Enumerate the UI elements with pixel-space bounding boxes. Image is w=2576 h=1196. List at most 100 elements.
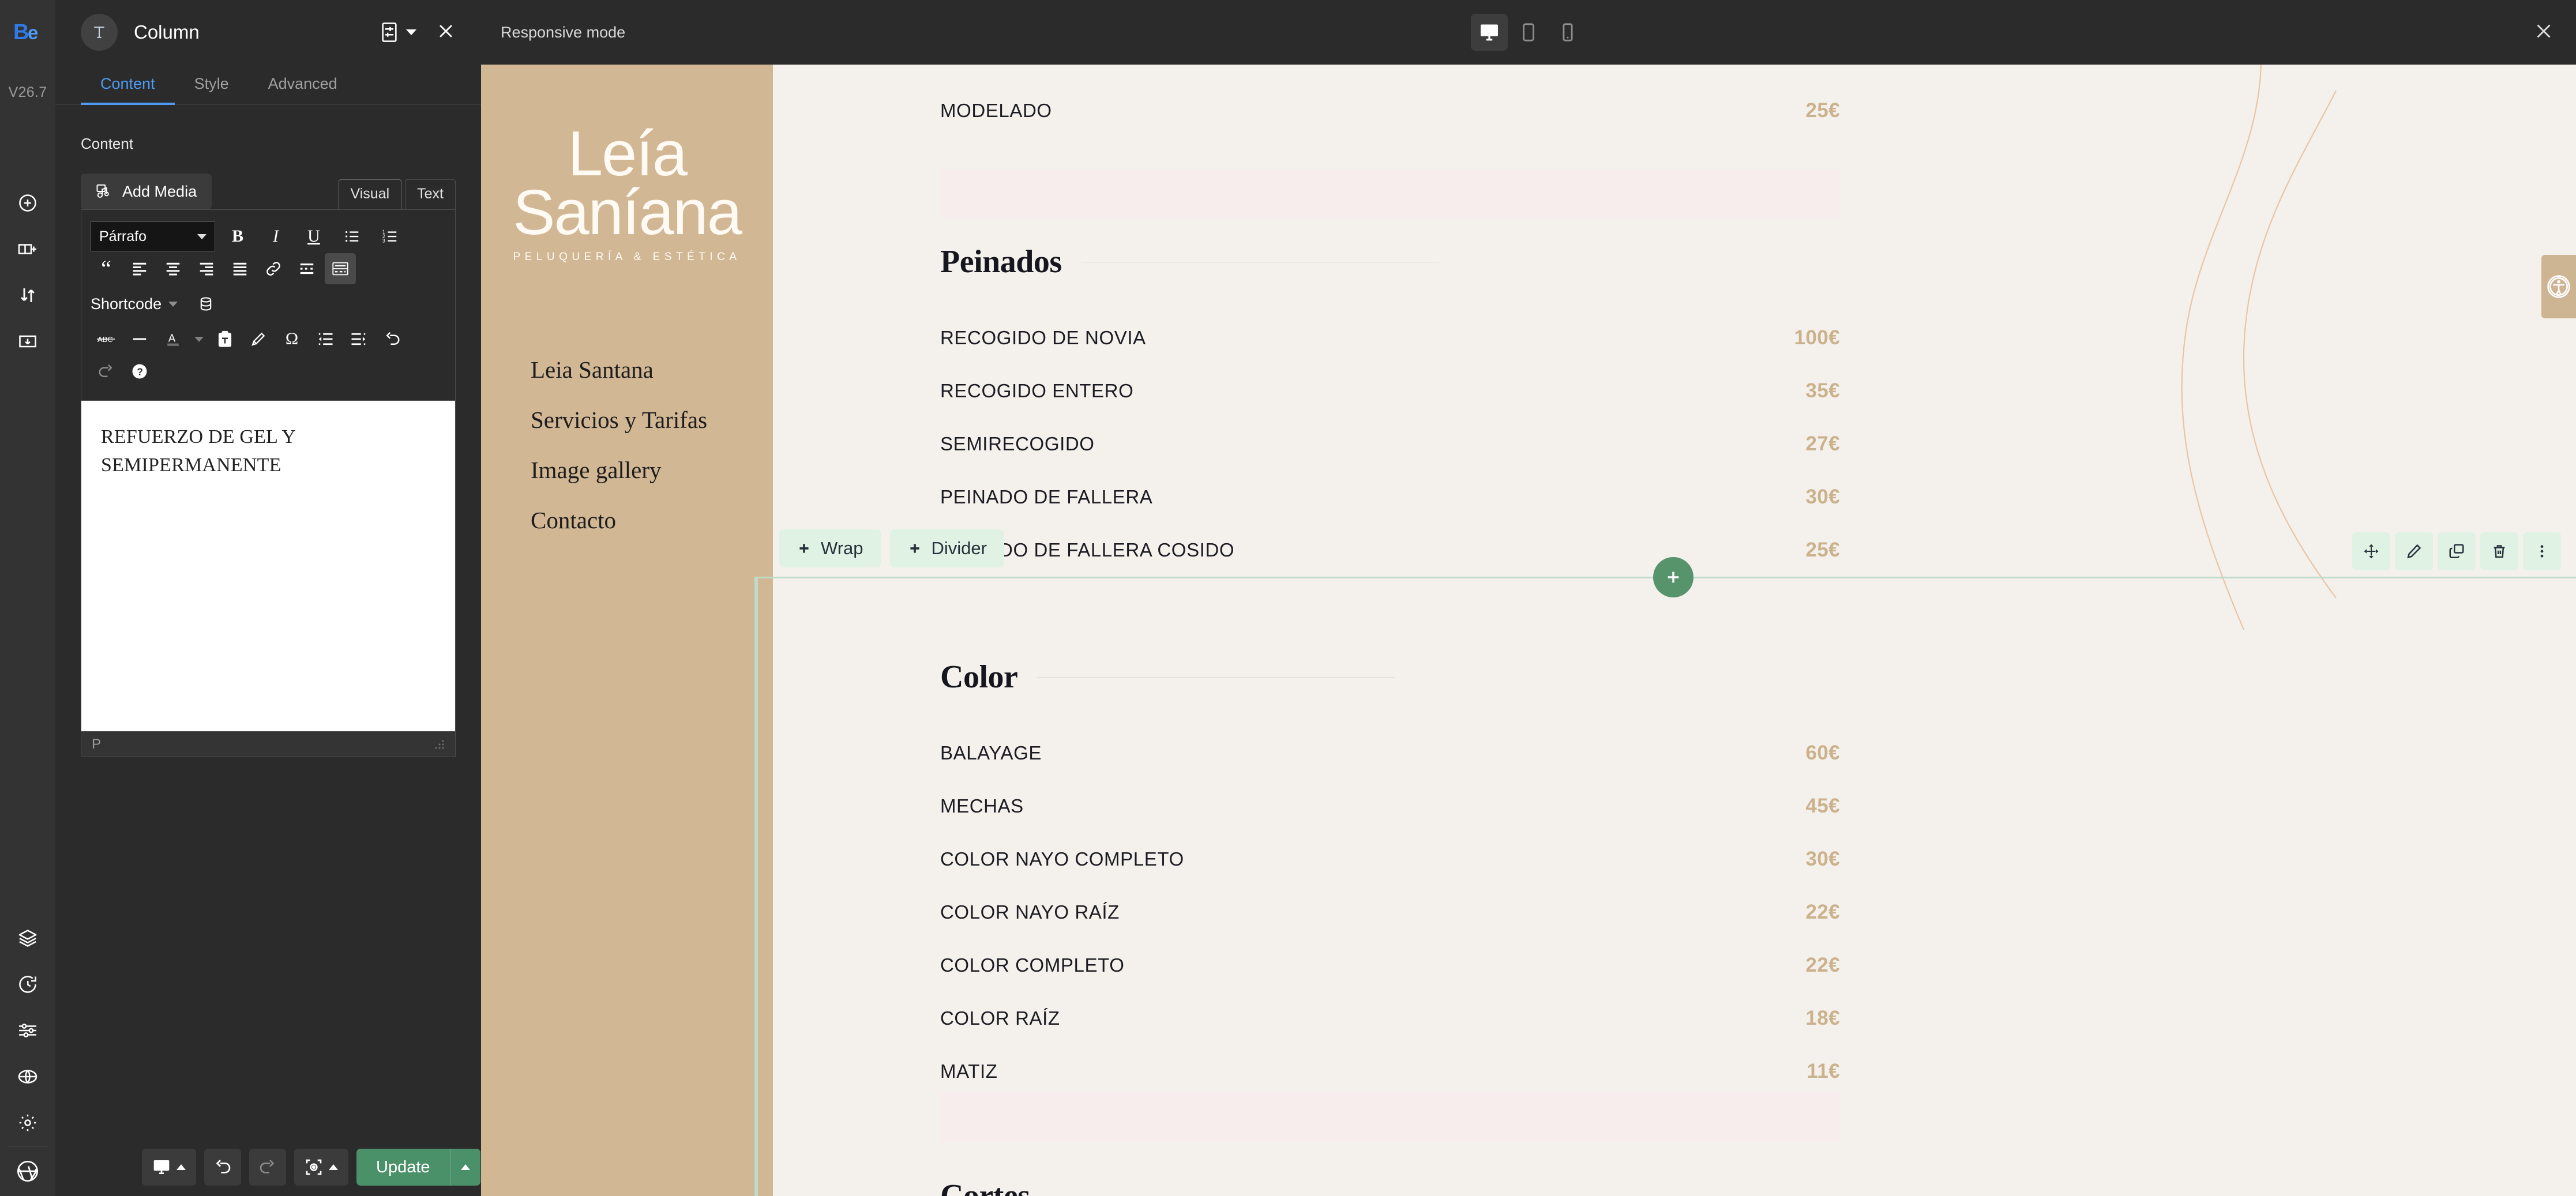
tab-visual[interactable]: Visual: [338, 179, 402, 209]
bold-icon[interactable]: B: [222, 221, 253, 252]
editor-text-content: REFUERZO DE GEL Y SEMIPERMANENTE: [101, 426, 295, 476]
section-peinados: Peinados RECOGIDO DE NOVIA 100€ RECOGIDO…: [940, 243, 1840, 592]
history-icon[interactable]: [0, 961, 55, 1007]
align-left-icon[interactable]: [124, 253, 155, 284]
toolbar-toggle-icon[interactable]: [325, 253, 356, 284]
more-vertical-icon[interactable]: [2523, 532, 2561, 570]
toolbar-row-4: ABC A Ω: [91, 323, 446, 355]
table-row: BALAYAGE 60€: [940, 742, 1840, 765]
close-icon[interactable]: [436, 21, 456, 44]
settings-gear-icon[interactable]: [0, 1100, 55, 1146]
tab-style[interactable]: Style: [175, 65, 249, 105]
price-value: 35€: [1805, 379, 1840, 402]
global-styles-icon[interactable]: [0, 1007, 55, 1054]
rail-top-group: [0, 180, 55, 364]
price-value: 60€: [1805, 742, 1840, 764]
resize-handle-icon[interactable]: [434, 739, 445, 750]
desktop-icon[interactable]: [1471, 14, 1508, 51]
special-character-icon[interactable]: Ω: [276, 324, 307, 355]
menu-item-image-gallery[interactable]: Image gallery: [531, 456, 773, 484]
price-name: SEMIRECOGIDO: [940, 433, 1095, 454]
trash-icon[interactable]: [2480, 532, 2518, 570]
section-title: Cortes: [940, 1178, 1030, 1196]
brizy-logo[interactable]: B e: [0, 0, 55, 65]
add-divider-button[interactable]: Divider: [889, 529, 1004, 567]
add-column-icon[interactable]: [0, 226, 55, 272]
wordpress-icon[interactable]: [0, 1146, 55, 1196]
keyboard-shortcuts-icon[interactable]: ?: [124, 356, 155, 387]
clear-formatting-icon[interactable]: [243, 324, 274, 355]
align-right-icon[interactable]: [191, 253, 222, 284]
price-name: COLOR NAYO COMPLETO: [940, 848, 1184, 870]
update-button[interactable]: Update: [356, 1149, 480, 1186]
align-center-icon[interactable]: [157, 253, 189, 284]
edit-pencil-icon[interactable]: [2395, 532, 2433, 570]
duplicate-icon[interactable]: [2438, 532, 2476, 570]
editor-text-area[interactable]: REFUERZO DE GEL Y SEMIPERMANENTE: [81, 400, 455, 731]
tablet-icon[interactable]: [1510, 14, 1547, 51]
format-select[interactable]: Párrafo: [91, 221, 215, 251]
redo-icon[interactable]: [91, 356, 122, 387]
tab-text[interactable]: Text: [405, 179, 456, 209]
empty-text-block[interactable]: [940, 170, 1840, 219]
menu-item-leia-santana[interactable]: Leia Santana: [531, 356, 773, 383]
accessibility-icon[interactable]: [2541, 255, 2576, 318]
undo-button[interactable]: [204, 1149, 241, 1186]
shortcode-label[interactable]: Shortcode: [91, 295, 162, 313]
table-row: RECOGIDO DE NOVIA 100€: [940, 326, 1840, 349]
price-name: COLOR NAYO RAÍZ: [940, 901, 1120, 923]
site-sidebar: Leía Saníana PELUQUERÍA & ESTÉTICA Leia …: [481, 65, 1098, 1196]
menu-item-servicios-y-tarifas[interactable]: Servicios y Tarifas: [531, 406, 773, 434]
tab-advanced[interactable]: Advanced: [249, 65, 357, 105]
underline-icon[interactable]: U: [298, 221, 329, 252]
read-more-icon[interactable]: [291, 253, 322, 284]
preview-button[interactable]: [294, 1149, 348, 1186]
horizontal-rule-icon[interactable]: [124, 324, 155, 355]
toolbar-row-2: “: [91, 253, 446, 285]
tab-content[interactable]: Content: [81, 65, 175, 105]
svg-text:A: A: [168, 332, 176, 344]
mobile-icon[interactable]: [1549, 14, 1586, 51]
editor-toolbar: Párrafo B I U 1 2 3 “ Shortcode ABC A Ω …: [81, 210, 455, 400]
preview-device-button[interactable]: [142, 1149, 196, 1186]
italic-icon[interactable]: I: [260, 221, 291, 252]
decrease-indent-icon[interactable]: [310, 324, 341, 355]
empty-text-block[interactable]: [940, 1092, 1840, 1142]
panel-settings-dropdown[interactable]: [380, 21, 416, 43]
align-justify-icon[interactable]: [224, 253, 256, 284]
text-color-icon[interactable]: A: [157, 324, 189, 355]
svg-text:e: e: [28, 22, 38, 43]
redo-button[interactable]: [249, 1149, 286, 1186]
save-template-icon[interactable]: [0, 318, 55, 364]
price-value: 11€: [1807, 1060, 1840, 1082]
insert-link-icon[interactable]: [258, 253, 289, 284]
globe-icon[interactable]: [0, 1054, 55, 1100]
add-media-button[interactable]: Add Media: [81, 174, 212, 209]
database-icon[interactable]: [190, 288, 221, 319]
layers-icon[interactable]: [0, 915, 55, 961]
paste-as-text-icon[interactable]: [209, 324, 241, 355]
row-tools-overlay: [2352, 532, 2561, 570]
site-logo[interactable]: Leía Saníana PELUQUERÍA & ESTÉTICA: [481, 122, 773, 264]
add-wrap-button[interactable]: Wrap: [779, 529, 881, 567]
add-element-overlay: Wrap Divider: [779, 529, 1004, 567]
strikethrough-icon[interactable]: ABC: [91, 324, 122, 355]
close-icon[interactable]: [2533, 21, 2554, 44]
menu-item-contacto[interactable]: Contacto: [531, 506, 773, 534]
plus-icon: [799, 544, 809, 553]
undo-icon[interactable]: [377, 324, 408, 355]
blockquote-icon[interactable]: “: [91, 253, 122, 284]
move-icon[interactable]: [2352, 532, 2390, 570]
chevron-down-icon: [168, 301, 178, 307]
update-dropdown-icon[interactable]: [450, 1164, 480, 1170]
price-name: PEINADO DE FALLERA: [940, 486, 1153, 507]
reorder-icon[interactable]: [0, 272, 55, 318]
bulleted-list-icon[interactable]: [336, 221, 367, 252]
text-color-dropdown-icon[interactable]: [191, 324, 207, 355]
add-section-button[interactable]: [1653, 557, 1693, 597]
svg-text:3: 3: [382, 238, 385, 244]
numbered-list-icon[interactable]: 1 2 3: [374, 221, 405, 252]
price-name: MECHAS: [940, 795, 1024, 817]
add-element-icon[interactable]: [0, 180, 55, 226]
increase-indent-icon[interactable]: [343, 324, 374, 355]
